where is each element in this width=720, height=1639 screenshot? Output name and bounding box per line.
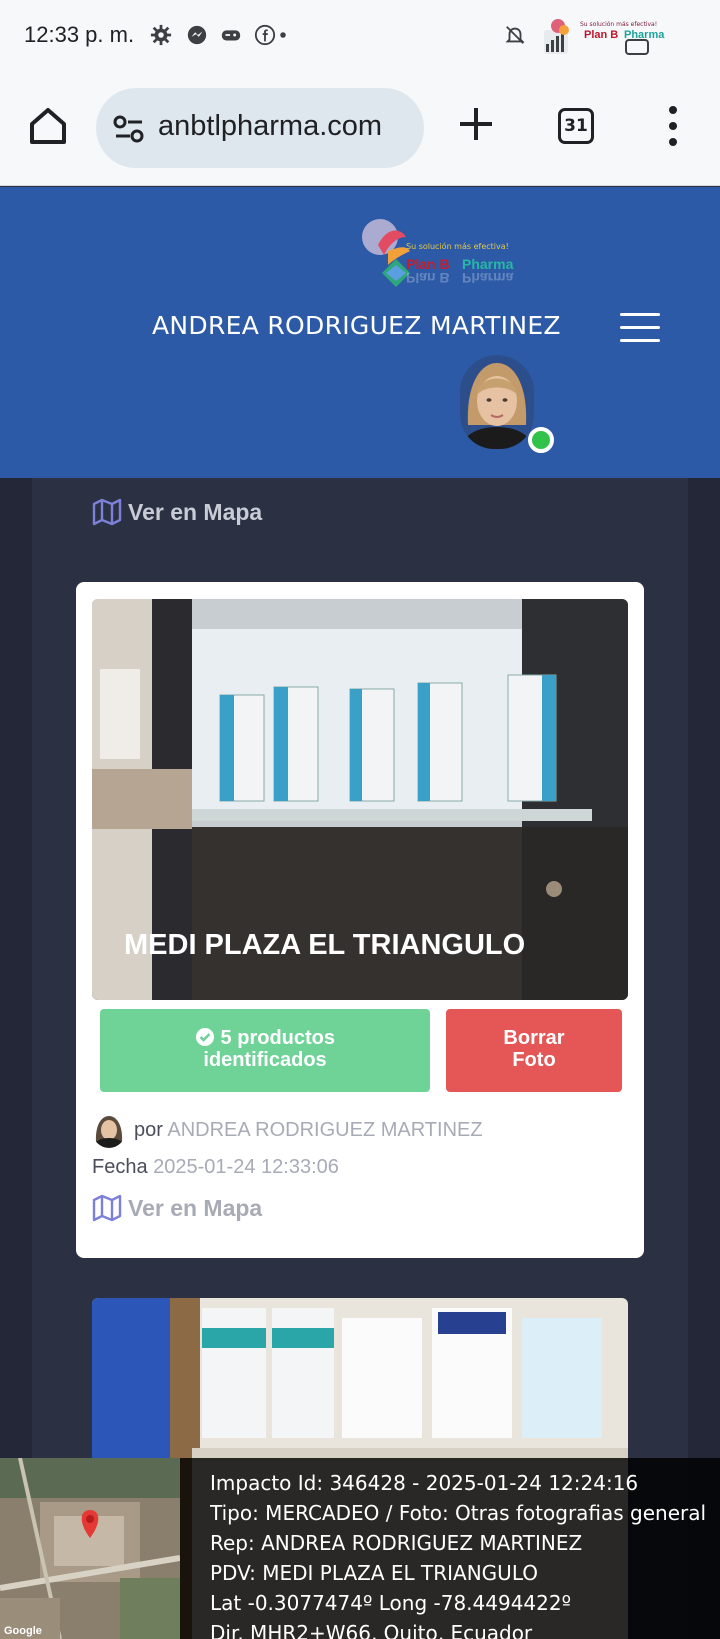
status-time: 12:33 p. m. <box>24 22 135 47</box>
svg-text:Su solución más efectiva!: Su solución más efectiva! <box>406 241 509 251</box>
svg-text:Su solución más efectiva!: Su solución más efectiva! <box>580 21 657 28</box>
svg-text:Plan B: Plan B <box>406 270 450 286</box>
photo-info-overlay: Google Impacto Id: 346428 - 2025-01-24 1… <box>0 1458 720 1639</box>
author-name: ANDREA RODRIGUEZ MARTINEZ <box>167 1119 483 1141</box>
photo-card: MEDI PLAZA EL TRIANGULO 5 productos iden… <box>76 582 644 1258</box>
browser-toolbar: anbtlpharma.com 31 <box>0 74 720 186</box>
more-options-icon[interactable] <box>664 104 682 148</box>
gear-icon <box>150 24 172 46</box>
map-icon <box>92 1194 122 1222</box>
status-bar: 12:33 p. m. Su solución más efectiva! Pl… <box>0 0 720 74</box>
facebook-icon <box>254 24 276 46</box>
app-header: Su solución más efectiva! Plan B Pharma … <box>0 187 720 478</box>
date-line: Fecha 2025-01-24 12:33:06 <box>92 1156 339 1178</box>
online-status-dot <box>528 427 554 453</box>
author-line: por ANDREA RODRIGUEZ MARTINEZ <box>134 1119 483 1141</box>
delete-photo-button[interactable]: Borrar Foto <box>446 1009 622 1092</box>
date-value: 2025-01-24 12:33:06 <box>153 1156 339 1178</box>
home-icon[interactable] <box>26 104 70 148</box>
address-bar[interactable]: anbtlpharma.com <box>96 88 424 168</box>
svg-text:Plan B: Plan B <box>406 256 450 272</box>
rep-line: Rep: ANDREA RODRIGUEZ MARTINEZ <box>210 1531 583 1555</box>
new-tab-icon[interactable] <box>456 104 496 144</box>
svg-text:Pharma: Pharma <box>462 270 514 286</box>
view-on-map-link[interactable]: Ver en Mapa <box>92 498 262 526</box>
gamepad-icon <box>221 30 241 41</box>
user-avatar[interactable] <box>460 355 534 449</box>
identified-products-button[interactable]: 5 productos identificados <box>100 1009 430 1092</box>
coordinates-line: Lat -0.3077474º Long -78.4494422º <box>210 1591 572 1615</box>
brand-logo: Su solución más efectiva! Plan B Pharma … <box>362 219 514 287</box>
mute-icon <box>505 26 525 44</box>
logo-watermark-icon: Su solución más efectiva! Plan B Pharma <box>544 19 665 55</box>
type-line: Tipo: MERCADEO / Foto: Otras fotografias… <box>210 1501 707 1525</box>
tab-switcher-button[interactable]: 31 <box>558 108 594 144</box>
hamburger-menu-icon[interactable] <box>620 313 660 343</box>
pdv-line: PDV: MEDI PLAZA EL TRIANGULO <box>210 1561 538 1585</box>
svg-text:Plan B: Plan B <box>584 29 618 41</box>
url-text[interactable]: anbtlpharma.com <box>158 110 414 143</box>
shelf-photo[interactable]: MEDI PLAZA EL TRIANGULO <box>92 599 628 1000</box>
google-credit: Google <box>4 1625 42 1637</box>
impact-id-line: Impacto Id: 346428 - 2025-01-24 12:24:16 <box>210 1471 639 1495</box>
site-settings-icon[interactable] <box>112 112 146 146</box>
address-line: Dir. MHR2+W66, Quito, Ecuador <box>210 1621 533 1639</box>
author-avatar <box>92 1112 126 1148</box>
map-icon <box>92 498 122 526</box>
card-view-on-map-link[interactable]: Ver en Mapa <box>92 1194 262 1222</box>
dot-icon <box>280 32 286 38</box>
svg-text:Pharma: Pharma <box>462 256 514 272</box>
check-circle-icon <box>195 1028 214 1046</box>
photo-info-text: Impacto Id: 346428 - 2025-01-24 12:24:16… <box>210 1468 720 1639</box>
messenger-icon <box>187 25 207 45</box>
photo-title: MEDI PLAZA EL TRIANGULO <box>124 929 526 961</box>
location-map-thumbnail[interactable]: Google <box>0 1458 180 1639</box>
